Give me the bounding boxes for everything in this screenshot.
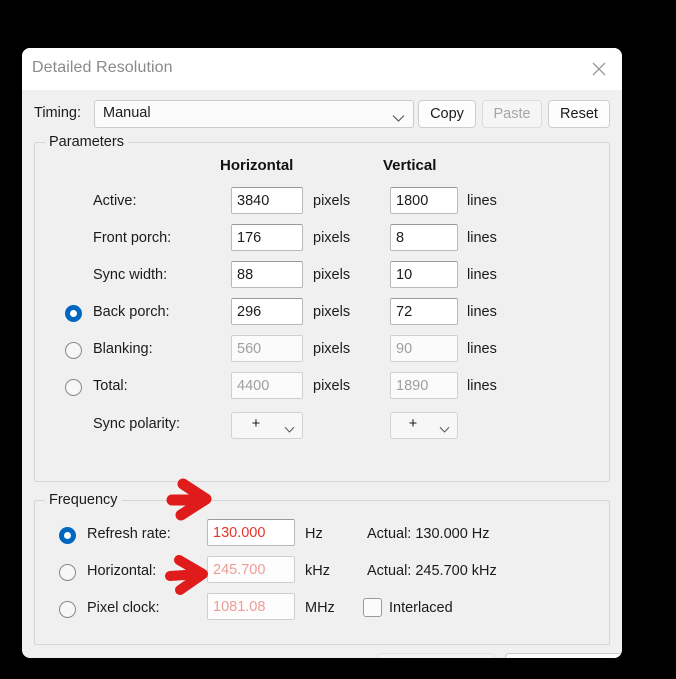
copy-button[interactable]: Copy	[418, 100, 476, 128]
back-porch-horizontal-input[interactable]	[231, 298, 303, 325]
radio-back-porch[interactable]	[65, 305, 82, 322]
pixel-clock-label: Pixel clock:	[87, 600, 160, 616]
unit-pixels: pixels	[313, 341, 351, 357]
chevron-down-icon	[439, 421, 450, 439]
radio-total[interactable]	[65, 379, 82, 396]
sync-polarity-label: Sync polarity:	[93, 416, 181, 432]
chevron-down-icon	[392, 110, 405, 128]
timing-select[interactable]: Manual	[94, 100, 414, 128]
sync-width-vertical-input[interactable]	[390, 261, 458, 288]
chevron-down-icon	[284, 421, 295, 439]
horizontal-frequency-unit: kHz	[305, 563, 330, 579]
blanking-horizontal-input	[231, 335, 303, 362]
radio-pixel-clock[interactable]	[59, 601, 76, 618]
sync-polarity-vertical-value: +	[408, 416, 418, 432]
sync-polarity-vertical-select[interactable]: +	[390, 412, 458, 439]
frequency-group: Frequency Refresh rate: Hz Actual: 130.0…	[34, 492, 611, 645]
pixel-clock-input	[207, 593, 295, 620]
sync-width-horizontal-input[interactable]	[231, 261, 303, 288]
parameters-legend: Parameters	[45, 134, 128, 150]
timing-selected-value: Manual	[103, 105, 151, 121]
column-header-horizontal: Horizontal	[220, 157, 294, 174]
pixel-clock-unit: MHz	[305, 600, 335, 616]
param-row-total: Total: pixels lines	[35, 372, 611, 406]
param-row-sync-width: Sync width: pixels lines	[35, 261, 611, 295]
radio-refresh-rate[interactable]	[59, 527, 76, 544]
cancel-button[interactable]: Cancel	[505, 653, 622, 658]
sync-polarity-horizontal-select[interactable]: +	[231, 412, 303, 439]
blanking-vertical-input	[390, 335, 458, 362]
unit-pixels: pixels	[313, 193, 351, 209]
radio-blanking[interactable]	[65, 342, 82, 359]
timing-row: Timing: Manual Copy Paste Reset	[22, 100, 622, 130]
refresh-rate-unit: Hz	[305, 526, 323, 542]
dialog-body: Timing: Manual Copy Paste Reset Paramete…	[22, 90, 622, 658]
close-icon[interactable]	[576, 48, 622, 90]
unit-lines: lines	[467, 230, 497, 246]
column-header-vertical: Vertical	[383, 157, 437, 174]
frequency-row-pixel-clock: Pixel clock: MHz Interlaced	[35, 593, 611, 629]
frequency-row-horizontal: Horizontal: kHz Actual: 245.700 kHz	[35, 556, 611, 592]
back-porch-vertical-input[interactable]	[390, 298, 458, 325]
reset-button[interactable]: Reset	[548, 100, 610, 128]
param-label: Front porch:	[93, 230, 172, 246]
detailed-resolution-dialog: Detailed Resolution Timing: Manual Copy …	[22, 48, 622, 658]
unit-pixels: pixels	[313, 267, 351, 283]
radio-horizontal-frequency[interactable]	[59, 564, 76, 581]
unit-pixels: pixels	[313, 378, 351, 394]
param-row-active: Active: pixels lines	[35, 187, 611, 221]
unit-pixels: pixels	[313, 304, 351, 320]
param-row-blanking: Blanking: pixels lines	[35, 335, 611, 369]
unit-lines: lines	[467, 378, 497, 394]
active-horizontal-input[interactable]	[231, 187, 303, 214]
frequency-row-refresh-rate: Refresh rate: Hz Actual: 130.000 Hz	[35, 519, 611, 555]
interlaced-checkbox[interactable]	[363, 598, 382, 617]
front-porch-horizontal-input[interactable]	[231, 224, 303, 251]
refresh-rate-actual: Actual: 130.000 Hz	[367, 526, 490, 542]
active-vertical-input[interactable]	[390, 187, 458, 214]
title-bar: Detailed Resolution	[22, 48, 622, 90]
horizontal-frequency-label: Horizontal:	[87, 563, 157, 579]
interlaced-label: Interlaced	[389, 599, 453, 616]
sync-polarity-horizontal-value: +	[251, 416, 261, 432]
parameters-group: Parameters Horizontal Vertical Active: p…	[34, 134, 611, 482]
refresh-rate-input[interactable]	[207, 519, 295, 546]
unit-lines: lines	[467, 341, 497, 357]
timing-label: Timing:	[34, 105, 81, 121]
interlaced-checkbox-row[interactable]: Interlaced	[363, 598, 453, 617]
param-label: Active:	[93, 193, 137, 209]
param-row-sync-polarity: Sync polarity: + +	[35, 410, 611, 444]
paste-button: Paste	[482, 100, 542, 128]
unit-lines: lines	[467, 193, 497, 209]
param-label: Blanking:	[93, 341, 153, 357]
unit-lines: lines	[467, 267, 497, 283]
page-title: Detailed Resolution	[32, 59, 173, 76]
unit-lines: lines	[467, 304, 497, 320]
ok-button: OK	[377, 653, 495, 658]
horizontal-frequency-actual: Actual: 245.700 kHz	[367, 563, 497, 579]
front-porch-vertical-input[interactable]	[390, 224, 458, 251]
total-horizontal-input	[231, 372, 303, 399]
frequency-legend: Frequency	[45, 492, 122, 508]
horizontal-frequency-input	[207, 556, 295, 583]
param-label: Sync width:	[93, 267, 168, 283]
total-vertical-input	[390, 372, 458, 399]
param-label: Total:	[93, 378, 128, 394]
param-row-back-porch: Back porch: pixels lines	[35, 298, 611, 332]
unit-pixels: pixels	[313, 230, 351, 246]
param-label: Back porch:	[93, 304, 170, 320]
param-row-front-porch: Front porch: pixels lines	[35, 224, 611, 258]
refresh-rate-label: Refresh rate:	[87, 526, 171, 542]
